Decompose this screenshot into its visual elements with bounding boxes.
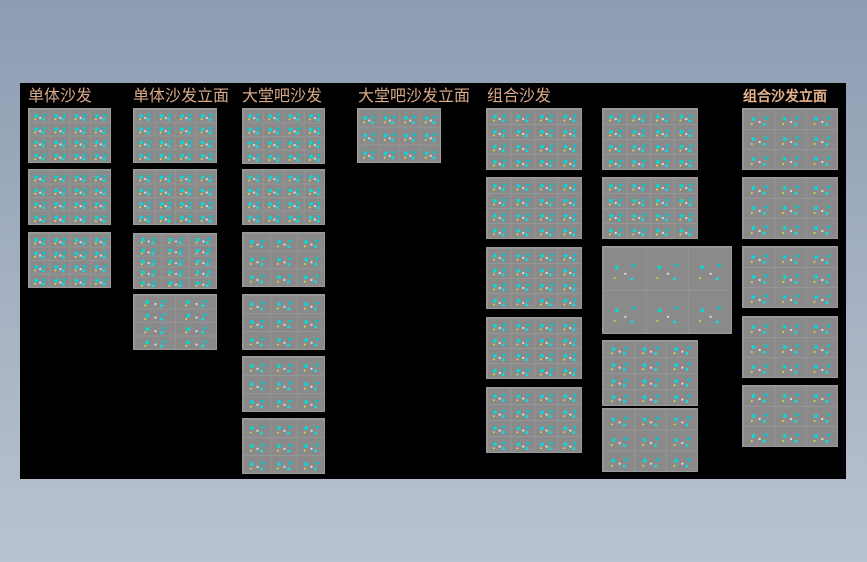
drawing-sheet[interactable] [742,246,838,308]
heading-lobby-bar-sofa: 大堂吧沙发 [242,86,323,105]
drawing-sheet[interactable] [602,108,698,170]
drawing-sheet[interactable] [602,340,698,406]
drawing-sheet[interactable] [742,316,838,378]
drawing-sheet[interactable] [742,385,838,447]
drawing-sheet[interactable] [28,108,111,163]
drawing-sheet[interactable] [242,169,325,225]
heading-single-sofa-elevation: 单体沙发立面 [133,86,230,105]
drawing-sheet[interactable] [242,232,325,287]
drawing-sheet[interactable] [602,177,698,239]
heading-combo-sofa-elevation: 组合沙发立面 [743,89,827,105]
drawing-sheet[interactable] [133,108,217,163]
drawing-sheet[interactable] [242,108,325,164]
heading-lobby-bar-sofa-elevation: 大堂吧沙发立面 [358,86,471,105]
drawing-sheet[interactable] [357,108,441,163]
drawing-sheet[interactable] [486,387,582,453]
cad-drawing-canvas[interactable]: 单体沙发 单体沙发立面 大堂吧沙发 大堂吧沙发立面 组合沙发 组合沙发立面 [20,83,846,479]
drawing-sheet[interactable] [28,232,111,288]
drawing-sheet[interactable] [486,177,582,239]
drawing-sheet[interactable] [742,108,838,170]
drawing-sheet[interactable] [242,356,325,412]
drawing-sheet[interactable] [28,169,111,225]
heading-single-sofa: 单体沙发 [28,86,93,105]
drawing-sheet[interactable] [133,169,217,225]
drawing-sheet[interactable] [133,294,217,350]
drawing-sheet[interactable] [602,408,698,472]
drawing-sheet[interactable] [602,246,732,334]
drawing-sheet[interactable] [242,294,325,350]
drawing-sheet[interactable] [742,177,838,239]
drawing-sheet[interactable] [133,233,217,289]
drawing-sheet[interactable] [242,418,325,474]
drawing-sheet[interactable] [486,247,582,309]
drawing-sheet[interactable] [486,317,582,379]
heading-combo-sofa: 组合沙发 [487,86,552,105]
drawing-sheet[interactable] [486,108,582,170]
